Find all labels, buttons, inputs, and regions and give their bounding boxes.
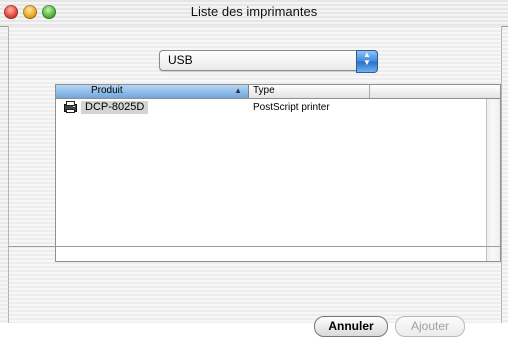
printer-icon — [64, 101, 77, 113]
column-header-produit[interactable]: Produit ▲ — [56, 85, 249, 98]
table-row[interactable]: DCP-8025D PostScript printer — [56, 99, 500, 116]
connection-popup[interactable]: USB ▲ ▼ — [159, 50, 378, 73]
printer-name: DCP-8025D — [81, 101, 149, 114]
table-header: Produit ▲ Type — [56, 85, 500, 99]
column-header-type-label: Type — [253, 85, 275, 96]
window-title: Liste des imprimantes — [190, 4, 318, 19]
cancel-button[interactable]: Annuler — [314, 316, 388, 337]
add-button[interactable]: Ajouter — [395, 316, 465, 337]
sort-ascending-icon: ▲ — [234, 86, 242, 95]
title-bar: Liste des imprimantes — [0, 0, 508, 27]
updown-arrows-icon: ▲ ▼ — [356, 50, 378, 73]
printer-table: Produit ▲ Type DCP-8025D PostScript prin… — [55, 84, 501, 262]
printer-type: PostScript printer — [253, 102, 330, 113]
connection-popup-value: USB — [168, 53, 193, 67]
column-header-type[interactable]: Type — [249, 85, 370, 98]
sheet-panel: USB ▲ ▼ Produit ▲ Type DCP-8025D PostScr… — [8, 26, 502, 337]
sheet-divider — [8, 246, 500, 247]
column-header-produit-label: Produit — [91, 85, 123, 96]
table-scrollbar[interactable] — [486, 99, 500, 261]
print-list-window: Liste des imprimantes USB ▲ ▼ Produit ▲ T… — [0, 0, 508, 337]
